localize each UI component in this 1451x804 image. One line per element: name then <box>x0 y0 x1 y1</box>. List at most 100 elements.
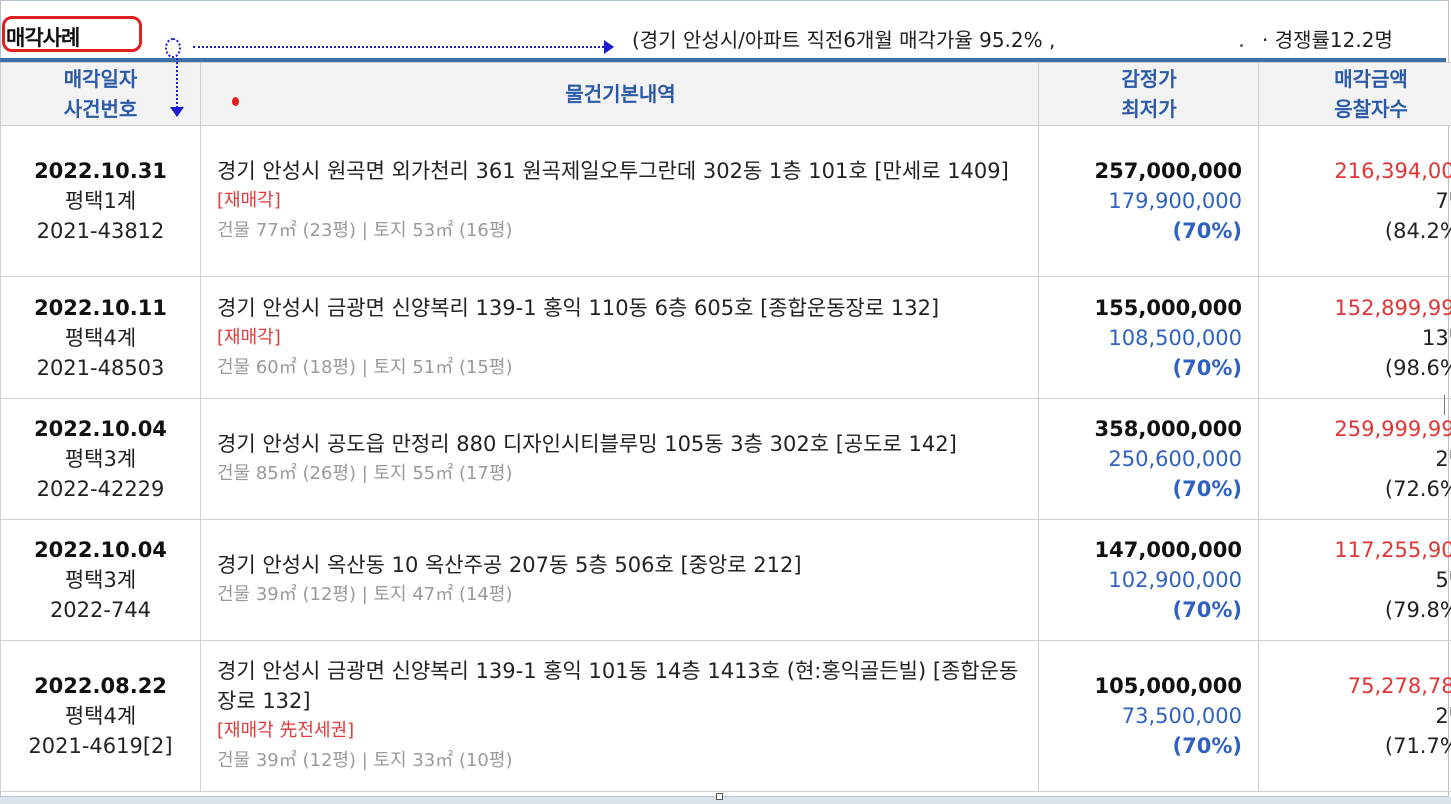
summary-text: (경기 안성시/아파트 직전6개월 매각가율 95.2% , <box>632 28 1056 52</box>
resize-edge <box>1444 395 1451 415</box>
cell-date-case: 2022.08.22 평택4계 2021-4619[2] <box>0 640 201 792</box>
property-area: 건물 39㎡ (12평) | 토지 47㎡ (14평) <box>217 584 513 605</box>
cell-date-case: 2022.10.04 평택3계 2022-744 <box>0 519 201 641</box>
cell-prices: 105,000,000 73,500,000 (70%) <box>1038 640 1259 792</box>
table-header-row: 매각일자 사건번호 물건기본내역 감정가 최저가 매각금액 응찰자수 <box>0 62 1451 126</box>
cell-prices: 155,000,000 108,500,000 (70%) <box>1038 276 1259 399</box>
sale-ratio: (71.7%) <box>1384 734 1451 758</box>
property-address[interactable]: 경기 안성시 원곡면 외가천리 361 원곡제일오투그란데 302동 1층 10… <box>217 156 1024 186</box>
property-address[interactable]: 경기 안성시 옥산동 10 옥산주공 207동 5층 506호 [중앙로 212… <box>217 550 1024 580</box>
minimum-percent: (70%) <box>1172 598 1242 622</box>
table-row[interactable]: 2022.10.04 평택3계 2022-42229 경기 안성시 공도읍 만정… <box>0 398 1451 520</box>
annotation-oval <box>165 38 181 58</box>
arrow-right-icon <box>604 40 614 54</box>
sale-ratio: (84.2%) <box>1384 219 1451 243</box>
cell-property: 경기 안성시 원곡면 외가천리 361 원곡제일오투그란데 302동 1층 10… <box>200 125 1039 277</box>
column-header-sale[interactable]: 매각금액 응찰자수 <box>1258 62 1451 126</box>
cell-prices: 257,000,000 179,900,000 (70%) <box>1038 125 1259 277</box>
resize-handle[interactable] <box>716 793 723 800</box>
page-title: 매각사례 <box>6 26 80 50</box>
cell-sale: 216,394,000 7명 (84.2%) <box>1258 125 1451 277</box>
sale-date: 2022.10.11 <box>34 295 167 320</box>
column-header-prices[interactable]: 감정가 최저가 <box>1038 62 1259 126</box>
case-number[interactable]: 2021-48503 <box>2 353 199 383</box>
appraisal-price: 105,000,000 <box>1094 674 1242 698</box>
property-area: 건물 39㎡ (12평) | 토지 33㎡ (10평) <box>217 750 513 771</box>
sale-date: 2022.10.31 <box>34 159 167 183</box>
sales-cases-header: 매각사례 (경기 안성시/아파트 직전6개월 매각가율 95.2% , · 경쟁… <box>0 0 1451 58</box>
minimum-price: 73,500,000 <box>1121 704 1242 728</box>
table-row[interactable]: 2022.10.11 평택4계 2021-48503 경기 안성시 금광면 신양… <box>0 276 1451 399</box>
annotation-arrow-vertical <box>176 58 178 108</box>
sale-ratio: (72.6%) <box>1384 477 1451 501</box>
resale-tag: [재매각] <box>217 190 281 211</box>
appraisal-price: 155,000,000 <box>1094 295 1242 320</box>
cell-date-case: 2022.10.04 평택3계 2022-42229 <box>0 398 201 520</box>
court-division: 평택3계 <box>64 447 137 471</box>
header-sale-price: 매각금액 <box>1334 67 1408 91</box>
court-division: 평택4계 <box>64 704 137 728</box>
sale-price: 152,899,990 <box>1334 295 1451 320</box>
cell-prices: 358,000,000 250,600,000 (70%) <box>1038 398 1259 520</box>
table-row[interactable]: 2022.10.31 평택1계 2021-43812 경기 안성시 원곡면 외가… <box>0 125 1451 277</box>
annotation-arrow-horizontal <box>193 46 608 48</box>
sale-date: 2022.08.22 <box>34 674 167 698</box>
sale-price: 75,278,780 <box>1347 674 1451 698</box>
bidder-count: 13명 <box>1421 325 1451 350</box>
competition-rate: · 경쟁률12.2명 <box>1262 28 1393 52</box>
minimum-price: 102,900,000 <box>1108 568 1242 592</box>
cell-property: 경기 안성시 공도읍 만정리 880 디자인시티블루밍 105동 3층 302호… <box>200 398 1039 520</box>
minimum-price: 108,500,000 <box>1108 325 1242 350</box>
court-division: 평택3계 <box>64 568 137 592</box>
court-division: 평택1계 <box>64 189 137 213</box>
cell-prices: 147,000,000 102,900,000 (70%) <box>1038 519 1259 641</box>
property-area: 건물 60㎡ (18평) | 토지 51㎡ (15평) <box>217 356 513 378</box>
sale-ratio: (79.8%) <box>1384 598 1451 622</box>
minimum-price: 179,900,000 <box>1108 189 1242 213</box>
case-number[interactable]: 2022-42229 <box>2 474 199 504</box>
header-property-details: 물건기본내역 <box>565 82 676 106</box>
property-address[interactable]: 경기 안성시 금광면 신양복리 139-1 홍익 110동 6층 605호 [종… <box>217 293 1024 323</box>
sale-price: 117,255,900 <box>1334 538 1451 562</box>
property-address[interactable]: 경기 안성시 금광면 신양복리 139-1 홍익 101동 14층 1413호 … <box>217 656 1024 716</box>
minimum-price: 250,600,000 <box>1108 447 1242 471</box>
sale-ratio: (98.6%) <box>1384 355 1451 380</box>
cell-date-case: 2022.10.31 평택1계 2021-43812 <box>0 125 201 277</box>
header-appraisal: 감정가 <box>1121 67 1177 91</box>
bottom-border-bar <box>0 797 1451 804</box>
appraisal-price: 147,000,000 <box>1094 538 1242 562</box>
cell-sale: 259,999,990 2명 (72.6%) <box>1258 398 1451 520</box>
minimum-percent: (70%) <box>1172 219 1242 243</box>
cell-property: 경기 안성시 옥산동 10 옥산주공 207동 5층 506호 [중앙로 212… <box>200 519 1039 641</box>
court-division: 평택4계 <box>64 325 137 350</box>
separator-dot <box>1240 44 1243 47</box>
cell-property: 경기 안성시 금광면 신양복리 139-1 홍익 101동 14층 1413호 … <box>200 640 1039 792</box>
cell-property: 경기 안성시 금광면 신양복리 139-1 홍익 110동 6층 605호 [종… <box>200 276 1039 399</box>
bidder-count: 7명 <box>1435 189 1451 213</box>
minimum-percent: (70%) <box>1172 355 1242 380</box>
sale-date: 2022.10.04 <box>34 538 167 562</box>
arrow-down-icon <box>170 107 184 117</box>
property-area: 건물 77㎡ (23평) | 토지 53㎡ (16평) <box>217 220 513 241</box>
resale-tag: [재매각] <box>217 326 281 348</box>
case-number[interactable]: 2021-4619[2] <box>2 731 199 761</box>
property-address[interactable]: 경기 안성시 공도읍 만정리 880 디자인시티블루밍 105동 3층 302호… <box>217 429 1024 459</box>
header-minimum: 최저가 <box>1121 97 1177 121</box>
cell-sale: 75,278,780 2명 (71.7%) <box>1258 640 1451 792</box>
appraisal-price: 257,000,000 <box>1094 159 1242 183</box>
appraisal-price: 358,000,000 <box>1094 417 1242 441</box>
sale-price: 259,999,990 <box>1334 417 1451 441</box>
bidder-count: 2명 <box>1435 704 1451 728</box>
minimum-percent: (70%) <box>1172 477 1242 501</box>
property-area: 건물 85㎡ (26평) | 토지 55㎡ (17평) <box>217 463 513 484</box>
cell-date-case: 2022.10.11 평택4계 2021-48503 <box>0 276 201 399</box>
table-row[interactable]: 2022.08.22 평택4계 2021-4619[2] 경기 안성시 금광면 … <box>0 640 1451 792</box>
case-number[interactable]: 2021-43812 <box>2 216 199 246</box>
cell-sale: 152,899,990 13명 (98.6%) <box>1258 276 1451 399</box>
bidder-count: 2명 <box>1435 447 1451 471</box>
case-number[interactable]: 2022-744 <box>2 595 199 625</box>
table-row[interactable]: 2022.10.04 평택3계 2022-744 경기 안성시 옥산동 10 옥… <box>0 519 1451 641</box>
column-header-property[interactable]: 물건기본내역 <box>200 62 1039 126</box>
sale-price: 216,394,000 <box>1334 159 1451 183</box>
sale-date: 2022.10.04 <box>34 417 167 441</box>
